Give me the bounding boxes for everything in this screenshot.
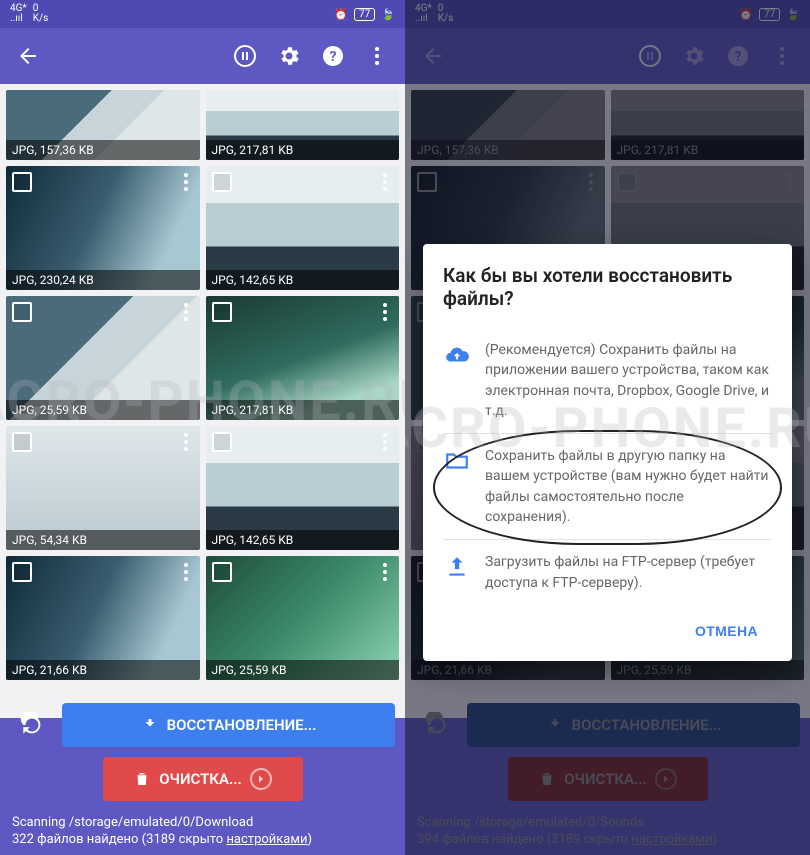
status-bar: 4G*..ııl 0K/s ⏰ 77 🍃 [0, 0, 405, 28]
clean-button[interactable]: ОЧИСТКА... [103, 757, 303, 801]
photo-card[interactable]: JPG, 157,36 KB [6, 90, 200, 160]
netspeed: 0K/s [33, 4, 49, 24]
photo-card[interactable]: JPG, 217,81 KB [206, 296, 400, 420]
screen-right: 4G*..ııl 0K/s ⏰ 77 🍃 ? JPG, 157,36 KBJPG… [405, 0, 810, 855]
settings-button[interactable] [269, 36, 309, 76]
option-ftp[interactable]: Загрузить файлы на FTP-сервер (требует д… [443, 540, 772, 605]
leaf-icon: 🍃 [381, 8, 395, 21]
photo-card[interactable]: JPG, 25,59 KB [206, 556, 400, 680]
refresh-button[interactable] [10, 703, 54, 747]
arrow-right-icon [250, 768, 272, 790]
card-overflow-button[interactable] [176, 560, 196, 584]
checkbox[interactable] [12, 432, 32, 452]
checkbox[interactable] [212, 172, 232, 192]
cancel-button[interactable]: ОТМЕНА [685, 615, 768, 647]
screen-left: 4G*..ııl 0K/s ⏰ 77 🍃 ? JPG, 157,36 KBJPG… [0, 0, 405, 855]
back-button[interactable] [8, 36, 48, 76]
photo-card[interactable]: JPG, 230,24 KB [6, 166, 200, 290]
action-bar: ВОССТАНОВЛЕНИЕ... ОЧИСТКА... [0, 697, 405, 807]
photo-card[interactable]: JPG, 54,34 KB [6, 426, 200, 550]
card-overflow-button[interactable] [375, 300, 395, 324]
dialog-title: Как бы вы хотели восстановить файлы? [443, 264, 772, 310]
file-label: JPG, 230,24 KB [6, 270, 200, 290]
checkbox[interactable] [212, 302, 232, 322]
option-cloud[interactable]: (Рекомендуется) Сохранить файлы на прило… [443, 328, 772, 433]
help-button[interactable]: ? [313, 36, 353, 76]
photo-card[interactable]: JPG, 142,65 KB [206, 166, 400, 290]
card-overflow-button[interactable] [375, 560, 395, 584]
photo-card[interactable]: JPG, 142,65 KB [206, 426, 400, 550]
settings-link[interactable]: настройками [226, 832, 307, 847]
card-overflow-button[interactable] [176, 300, 196, 324]
card-overflow-button[interactable] [176, 170, 196, 194]
file-label: JPG, 157,36 KB [6, 140, 200, 160]
pause-button[interactable] [225, 36, 265, 76]
file-label: JPG, 25,59 KB [6, 400, 200, 420]
photo-grid: JPG, 157,36 KB JPG, 217,81 KB JPG, 230,24 … [0, 84, 405, 718]
photo-card[interactable]: JPG, 25,59 KB [6, 296, 200, 420]
cloud-upload-icon [443, 340, 471, 421]
highlight-ellipse [433, 430, 782, 545]
photo-card[interactable]: JPG, 217,81 KB [206, 90, 400, 160]
checkbox[interactable] [12, 172, 32, 192]
file-label: JPG, 217,81 KB [206, 140, 400, 160]
restore-dialog: Как бы вы хотели восстановить файлы? (Ре… [423, 244, 792, 661]
photo-card[interactable]: JPG, 21,66 KB [6, 556, 200, 680]
checkbox[interactable] [212, 432, 232, 452]
file-label: JPG, 54,34 KB [6, 530, 200, 550]
overflow-button[interactable] [357, 36, 397, 76]
signal-indicator: 4G*..ııl [10, 4, 27, 24]
restore-button[interactable]: ВОССТАНОВЛЕНИЕ... [62, 703, 395, 747]
alarm-icon: ⏰ [334, 8, 348, 21]
checkbox[interactable] [12, 302, 32, 322]
file-label: JPG, 217,81 KB [206, 400, 400, 420]
file-label: JPG, 25,59 KB [206, 660, 400, 680]
upload-icon [443, 552, 471, 593]
scan-status: Scanning /storage/emulated/0/Download 32… [0, 810, 405, 855]
file-label: JPG, 21,66 KB [6, 660, 200, 680]
checkbox[interactable] [212, 562, 232, 582]
toolbar: ? [0, 28, 405, 84]
battery-indicator: 77 [354, 8, 375, 21]
option-folder[interactable]: Сохранить файлы в другую папку на вашем … [443, 434, 772, 539]
file-label: JPG, 142,65 KB [206, 270, 400, 290]
card-overflow-button[interactable] [176, 430, 196, 454]
card-overflow-button[interactable] [375, 170, 395, 194]
svg-text:?: ? [330, 49, 337, 65]
file-label: JPG, 142,65 KB [206, 530, 400, 550]
checkbox[interactable] [12, 562, 32, 582]
card-overflow-button[interactable] [375, 430, 395, 454]
